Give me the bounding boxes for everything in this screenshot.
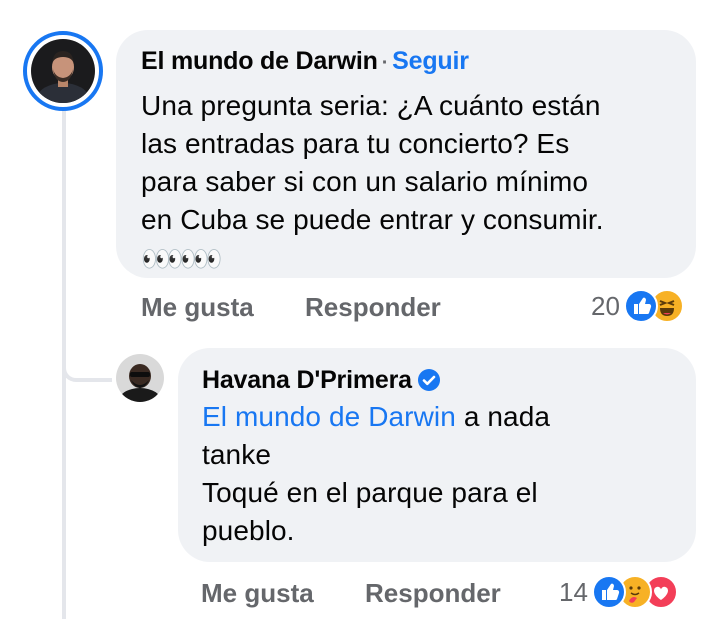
reply-reply-button[interactable]: Responder (365, 578, 501, 609)
comment-text: Una pregunta seria: ¿A cuánto están las … (141, 87, 604, 279)
reply-bubble: Havana D'Primera El mundo de Darwin a na… (178, 348, 696, 562)
reply-connector (62, 330, 112, 382)
reaction-summary[interactable]: 20 (591, 289, 684, 323)
reply-like-button[interactable]: Me gusta (201, 578, 314, 609)
reply-author[interactable]: Havana D'Primera (202, 366, 412, 394)
like-button[interactable]: Me gusta (141, 292, 254, 323)
reply-avatar[interactable] (116, 354, 164, 402)
mention-link[interactable]: El mundo de Darwin (202, 401, 456, 432)
reply-button[interactable]: Responder (305, 292, 441, 323)
verified-badge-icon (417, 369, 440, 391)
avatar[interactable] (31, 39, 95, 103)
reply-reaction-summary[interactable]: 14 (559, 575, 678, 609)
like-icon (623, 289, 658, 323)
follow-button[interactable]: Seguir (392, 47, 469, 75)
comment-emoji: 👀👀👀 (141, 246, 223, 273)
reply-reaction-count: 14 (559, 576, 588, 607)
comment-bubble: El mundo de Darwin · Seguir Una pregunta s… (116, 30, 696, 278)
reply-text: El mundo de Darwin a nada tanke Toqué en… (202, 398, 550, 550)
separator-dot: · (381, 52, 389, 74)
comment-author[interactable]: El mundo de Darwin (141, 47, 378, 75)
reaction-count: 20 (591, 290, 620, 321)
comment-body: Una pregunta seria: ¿A cuánto están las … (141, 90, 604, 235)
like-icon (591, 575, 626, 609)
